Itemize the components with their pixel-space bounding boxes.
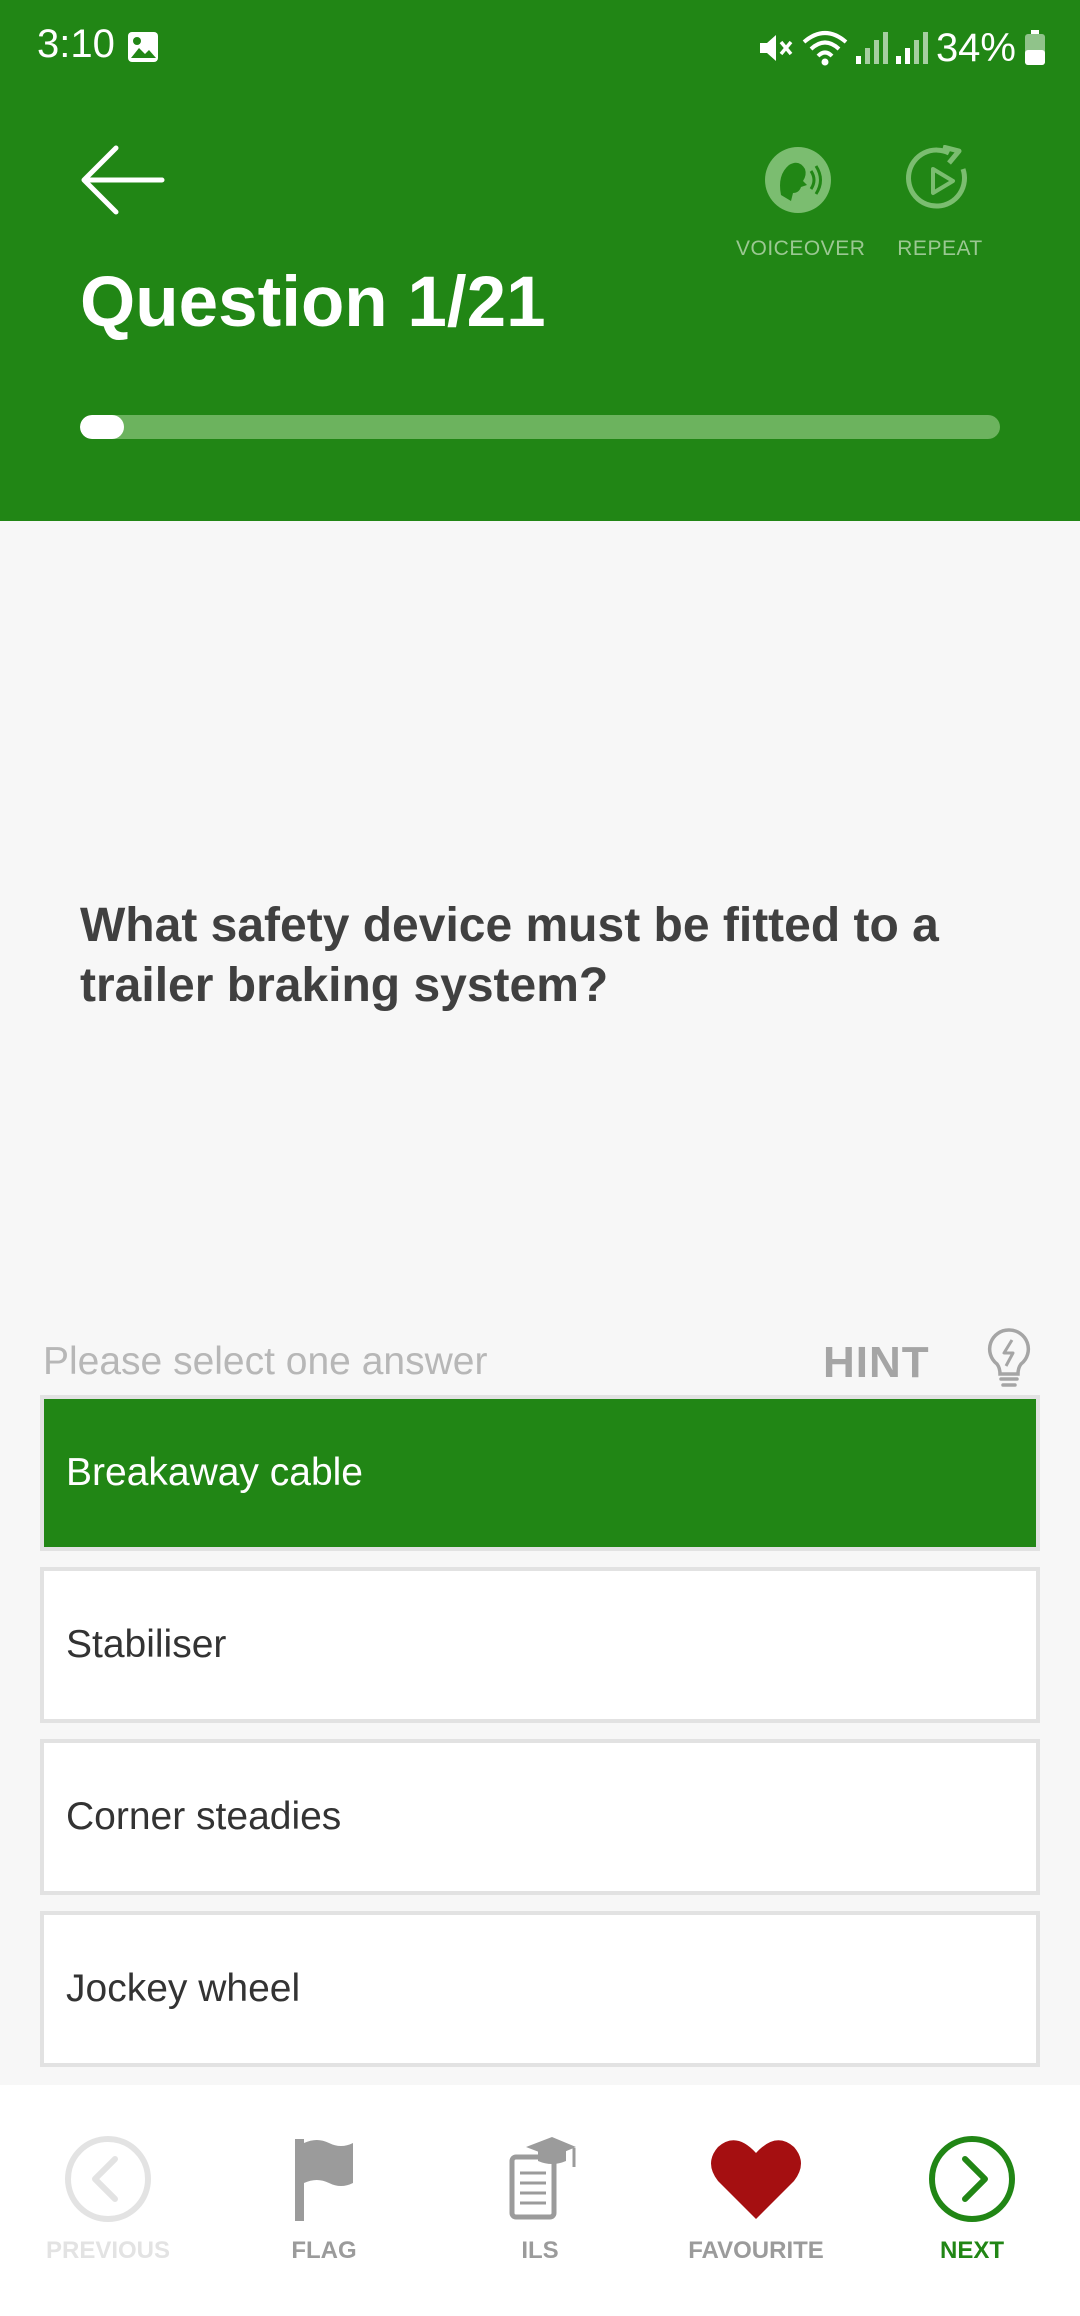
ils-label: ILS: [521, 2237, 559, 2264]
battery-percent: 34%: [935, 25, 1016, 70]
answer-label: Jockey wheel: [66, 1967, 301, 2010]
answer-label: Corner steadies: [66, 1795, 342, 1838]
bottom-nav: PREVIOUS FLAG ILS FAVOURITE NEXT: [0, 2085, 1080, 2316]
status-time: 3:10: [37, 22, 115, 66]
gallery-notification-icon: [128, 32, 158, 62]
signal-icon: [855, 32, 888, 64]
answer-option[interactable]: Stabiliser: [40, 1567, 1040, 1723]
flag-label: FLAG: [291, 2237, 357, 2264]
answer-option[interactable]: Breakaway cable: [40, 1395, 1040, 1551]
status-bar: 3:10 34%: [0, 0, 1080, 95]
signal-icon-2: [895, 32, 928, 64]
back-button[interactable]: [78, 145, 166, 215]
hint-label: HINT: [823, 1338, 930, 1387]
previous-label: PREVIOUS: [45, 2237, 171, 2264]
study-book-icon: [509, 2137, 576, 2220]
next-button[interactable]: NEXT: [882, 2085, 1062, 2316]
select-answer-prompt: Please select one answer: [43, 1340, 488, 1383]
status-icons: 34%: [754, 22, 1046, 74]
battery-icon: [1025, 30, 1045, 65]
chevron-left-circle-icon: [65, 2136, 151, 2222]
flag-button[interactable]: FLAG: [234, 2085, 414, 2316]
voiceover-icon: [765, 147, 831, 213]
voiceover-label: VOICEOVER: [736, 237, 866, 260]
chevron-right-circle-icon: [929, 2136, 1015, 2222]
question-text: What safety device must be fitted to a t…: [80, 899, 939, 1012]
wifi-icon: [802, 31, 848, 66]
voiceover-button[interactable]: VOICEOVER: [736, 145, 866, 265]
question-counter-title: Question 1/21: [80, 263, 546, 342]
answer-option[interactable]: Corner steadies: [40, 1739, 1040, 1895]
answer-label: Stabiliser: [66, 1623, 227, 1666]
heart-icon: [711, 2140, 801, 2219]
lightbulb-icon: [987, 1328, 1031, 1387]
ils-button[interactable]: ILS: [450, 2085, 630, 2316]
question-progress-bar: [80, 415, 1000, 439]
question-progress-fill: [80, 415, 124, 439]
previous-button[interactable]: PREVIOUS: [18, 2085, 198, 2316]
answer-label: Breakaway cable: [66, 1451, 363, 1494]
repeat-icon: [906, 145, 967, 209]
flag-icon: [295, 2139, 353, 2221]
hint-button[interactable]: HINT: [823, 1328, 1043, 1392]
arrow-left-icon: [81, 145, 165, 215]
repeat-button[interactable]: REPEAT: [890, 145, 990, 265]
answer-prompt-row: Please select one answer HINT: [43, 1328, 1043, 1392]
header: 3:10 34% VOICEOVER REPEAT Question 1/21: [0, 0, 1080, 521]
repeat-label: REPEAT: [897, 237, 983, 260]
favourite-label: FAVOURITE: [688, 2237, 824, 2264]
next-label: NEXT: [939, 2237, 1004, 2264]
favourite-button[interactable]: FAVOURITE: [666, 2085, 846, 2316]
answer-option[interactable]: Jockey wheel: [40, 1911, 1040, 2067]
mute-icon: [759, 35, 793, 61]
